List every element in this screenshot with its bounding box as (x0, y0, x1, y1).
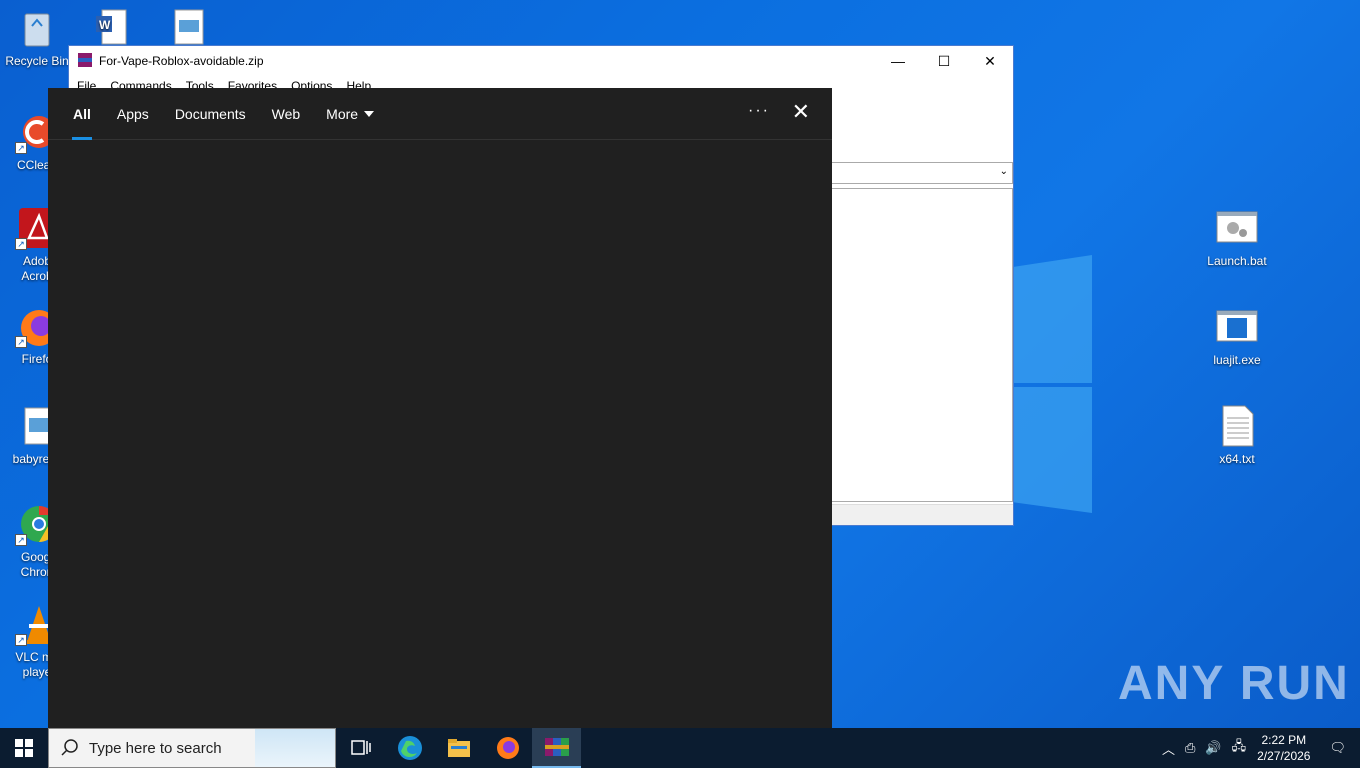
firefox-taskbar-icon[interactable] (483, 728, 532, 768)
svg-text:W: W (99, 18, 111, 32)
file-explorer-icon[interactable] (434, 728, 483, 768)
anyrun-watermark: ANY RUN (1118, 657, 1350, 710)
close-icon[interactable]: ✕ (792, 101, 810, 123)
chevron-down-icon: ⌄ (999, 166, 1008, 177)
shortcut-arrow-icon: ↗ (15, 534, 27, 546)
desktop-icon-label: Launch.bat (1207, 254, 1267, 268)
word-document-icon: W (88, 6, 132, 50)
search-tabs: All Apps Documents Web More ··· ✕ (48, 88, 832, 140)
desktop-icon-recycle-bin[interactable]: Recycle Bin (0, 6, 74, 69)
shortcut-arrow-icon: ↗ (15, 336, 27, 348)
caret-down-icon (364, 110, 375, 117)
tab-documents[interactable]: Documents (162, 88, 259, 140)
edge-icon[interactable] (385, 728, 434, 768)
winrar-statusbar (831, 504, 1013, 525)
maximize-button[interactable]: ☐ (921, 46, 967, 76)
clock[interactable]: 2:22 PM 2/27/2026 (1257, 732, 1310, 764)
winrar-taskbar-icon[interactable] (532, 728, 581, 768)
search-highlight-image (255, 729, 335, 767)
chevron-up-icon[interactable]: ︿ (1162, 739, 1175, 758)
shortcut-arrow-icon: ↗ (15, 238, 27, 250)
meet-now-icon[interactable]: ⎙ (1185, 740, 1195, 756)
task-view-icon[interactable] (336, 728, 385, 768)
winrar-path-dropdown[interactable]: ⌄ (831, 162, 1013, 184)
batch-file-icon (1215, 206, 1259, 250)
tab-web[interactable]: Web (259, 88, 314, 140)
start-button[interactable] (0, 728, 48, 768)
tab-more-label: More (326, 105, 359, 122)
winrar-title: For-Vape-Roblox-avoidable.zip (99, 54, 264, 68)
desktop-icon-label: x64.txt (1219, 452, 1255, 466)
winrar-titlebar[interactable]: For-Vape-Roblox-avoidable.zip — ☐ ✕ (69, 46, 1013, 76)
search-placeholder: Type here to search (89, 739, 222, 757)
desktop-icon-launch-bat[interactable]: Launch.bat (1200, 206, 1274, 269)
minimize-button[interactable]: — (875, 46, 921, 76)
tab-apps[interactable]: Apps (104, 88, 162, 140)
clock-date: 2/27/2026 (1257, 749, 1311, 763)
winrar-icon (77, 52, 93, 71)
exe-file-icon (1215, 305, 1259, 349)
system-tray: ︿ ⎙ 🔊 🖧 2:22 PM 2/27/2026 🗨 (1157, 728, 1360, 768)
desktop-icon-label: luajit.exe (1213, 353, 1261, 367)
winrar-file-list[interactable] (831, 188, 1013, 502)
image-file-icon (165, 6, 209, 50)
windows-icon (15, 739, 33, 757)
notification-icon[interactable]: 🗨 (1329, 740, 1346, 756)
search-panel: All Apps Documents Web More ··· ✕ (48, 88, 832, 728)
shortcut-arrow-icon: ↗ (15, 142, 27, 154)
search-icon (61, 739, 78, 756)
shortcut-arrow-icon: ↗ (15, 634, 27, 646)
volume-icon[interactable]: 🔊 (1205, 740, 1221, 756)
tab-more[interactable]: More (313, 88, 387, 140)
more-options-icon[interactable]: ··· (748, 102, 770, 120)
tab-all[interactable]: All (60, 88, 104, 140)
desktop-icon-luajit-exe[interactable]: luajit.exe (1200, 305, 1274, 368)
close-button[interactable]: ✕ (967, 46, 1013, 76)
text-file-icon (1215, 404, 1259, 448)
taskbar-search-box[interactable]: Type here to search (48, 728, 336, 768)
desktop-icon-label: Recycle Bin (5, 54, 69, 68)
desktop-icon-x64-txt[interactable]: x64.txt (1200, 404, 1274, 467)
taskbar: Type here to search ︿ ⎙ 🔊 🖧 2:22 PM 2/27… (0, 728, 1360, 768)
network-icon[interactable]: 🖧 (1232, 737, 1247, 759)
clock-time: 2:22 PM (1261, 733, 1307, 747)
recycle-bin-icon (15, 6, 59, 50)
